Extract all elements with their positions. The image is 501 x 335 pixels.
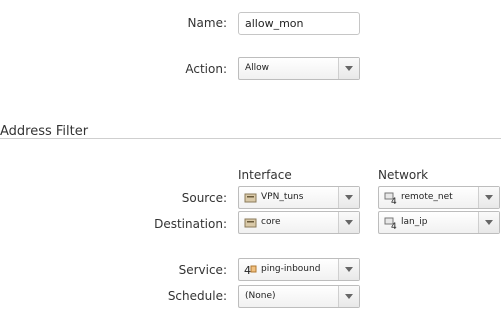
- destination-interface-dropdown-button[interactable]: [338, 212, 359, 233]
- destination-interface-select[interactable]: core: [238, 211, 360, 234]
- svg-text:4: 4: [391, 197, 397, 204]
- service-object-icon: 4: [244, 264, 257, 276]
- source-label: Source:: [181, 191, 227, 205]
- section-divider: [0, 138, 501, 139]
- source-interface-select[interactable]: VPN_tuns: [238, 186, 360, 209]
- destination-interface-value: core: [261, 217, 281, 227]
- action-label: Action:: [185, 62, 227, 76]
- destination-network-select[interactable]: 4 lan_ip: [378, 211, 500, 234]
- service-label: Service:: [178, 263, 227, 277]
- address-object-icon: 4: [384, 192, 397, 204]
- svg-text:4: 4: [244, 264, 251, 276]
- schedule-dropdown-button[interactable]: [338, 286, 359, 307]
- chevron-down-icon: [345, 195, 353, 200]
- interface-icon: [244, 218, 257, 228]
- source-network-value: remote_net: [401, 192, 453, 202]
- source-interface-value: VPN_tuns: [261, 192, 304, 202]
- interface-icon: [244, 193, 257, 203]
- schedule-select[interactable]: (None): [238, 285, 360, 308]
- action-select[interactable]: Allow: [238, 57, 360, 80]
- service-select[interactable]: 4 ping-inbound: [238, 258, 360, 281]
- service-value: ping-inbound: [261, 264, 321, 274]
- source-network-dropdown-button[interactable]: [478, 187, 499, 208]
- schedule-value: (None): [245, 291, 276, 301]
- chevron-down-icon: [345, 267, 353, 272]
- name-input[interactable]: allow_mon: [238, 12, 360, 35]
- action-value: Allow: [245, 63, 270, 73]
- svg-text:4: 4: [391, 222, 397, 229]
- name-label: Name:: [187, 16, 227, 30]
- action-dropdown-button[interactable]: [338, 58, 359, 79]
- address-filter-heading: Address Filter: [0, 124, 89, 139]
- source-network-select[interactable]: 4 remote_net: [378, 186, 500, 209]
- chevron-down-icon: [485, 220, 493, 225]
- network-column-header: Network: [378, 168, 429, 182]
- address-object-icon: 4: [384, 217, 397, 229]
- destination-network-dropdown-button[interactable]: [478, 212, 499, 233]
- source-interface-dropdown-button[interactable]: [338, 187, 359, 208]
- chevron-down-icon: [345, 66, 353, 71]
- service-dropdown-button[interactable]: [338, 259, 359, 280]
- chevron-down-icon: [345, 220, 353, 225]
- chevron-down-icon: [485, 195, 493, 200]
- destination-network-value: lan_ip: [401, 217, 428, 227]
- chevron-down-icon: [345, 294, 353, 299]
- interface-column-header: Interface: [238, 168, 292, 182]
- destination-label: Destination:: [154, 217, 227, 231]
- schedule-label: Schedule:: [167, 289, 227, 303]
